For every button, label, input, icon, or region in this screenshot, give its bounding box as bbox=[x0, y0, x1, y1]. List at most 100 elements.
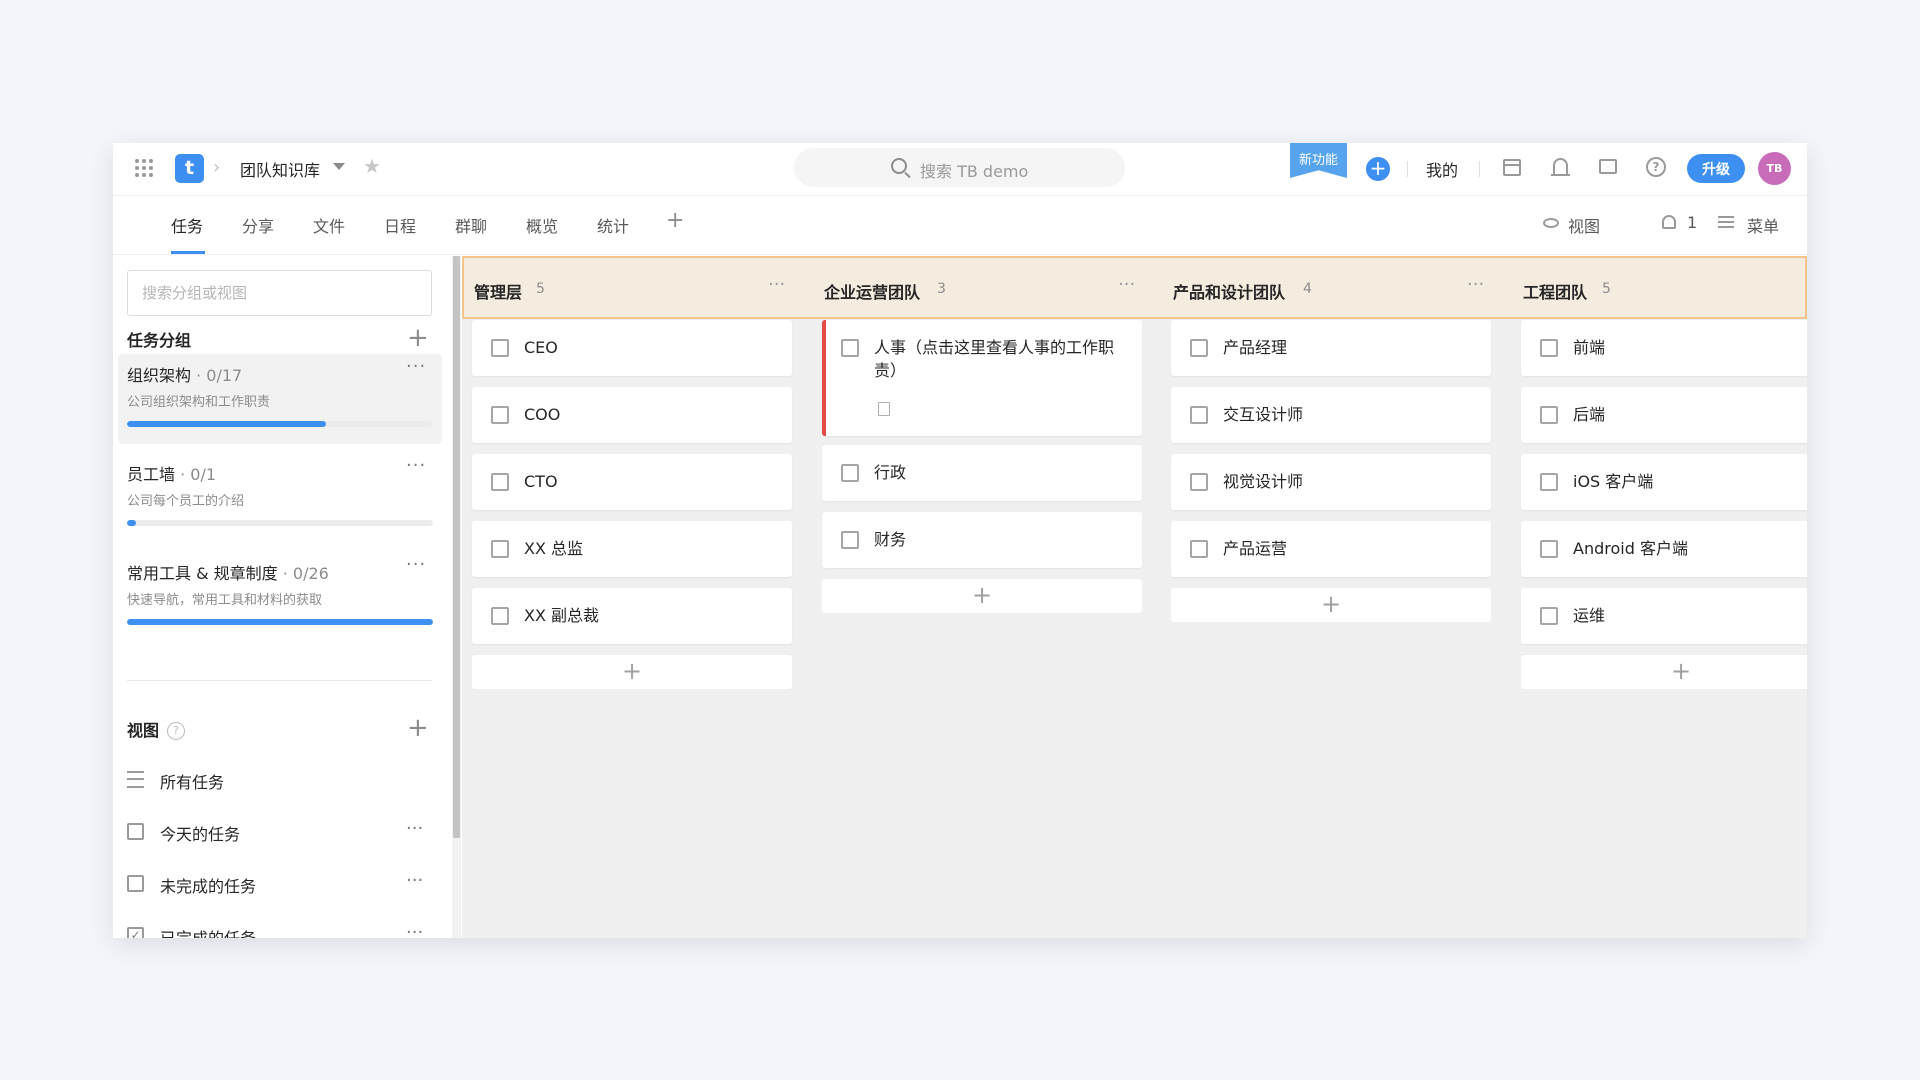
tab-files[interactable]: 文件 bbox=[313, 213, 345, 237]
task-card[interactable]: XX 总监 bbox=[472, 521, 792, 577]
more-icon[interactable]: ··· bbox=[406, 922, 423, 938]
task-checkbox[interactable] bbox=[1540, 473, 1558, 491]
add-group-button[interactable]: + bbox=[407, 325, 429, 351]
task-card[interactable]: 行政 bbox=[822, 445, 1142, 501]
column-header[interactable]: 管理层 5 ··· bbox=[474, 274, 794, 303]
task-checkbox[interactable] bbox=[1540, 540, 1558, 558]
add-button[interactable]: + bbox=[1366, 157, 1390, 181]
members-button[interactable]: 1 bbox=[1662, 213, 1697, 232]
add-task-button[interactable]: + bbox=[472, 655, 792, 689]
star-icon[interactable]: ★ bbox=[363, 154, 381, 178]
add-task-button[interactable]: + bbox=[1171, 588, 1491, 622]
view-label: 已完成的任务 bbox=[160, 925, 256, 938]
tab-group-chat[interactable]: 群聊 bbox=[455, 213, 487, 237]
view-today-tasks[interactable]: 今天的任务 ··· bbox=[127, 818, 432, 848]
logo[interactable]: t bbox=[175, 154, 204, 183]
chat-icon[interactable] bbox=[1599, 159, 1617, 174]
more-icon[interactable]: ··· bbox=[768, 274, 785, 295]
checkbox-icon bbox=[127, 875, 144, 892]
tab-overview[interactable]: 概览 bbox=[526, 213, 558, 237]
project-name[interactable]: 团队知识库 bbox=[240, 157, 320, 181]
task-checkbox[interactable] bbox=[491, 339, 509, 357]
avatar[interactable]: TB bbox=[1758, 152, 1791, 185]
group-item[interactable]: 常用工具 & 规章制度 · 0/26 快速导航，常用工具和材料的获取 ··· bbox=[118, 552, 442, 642]
add-task-button[interactable]: + bbox=[822, 579, 1142, 613]
tab-share[interactable]: 分享 bbox=[242, 213, 274, 237]
more-icon[interactable]: ··· bbox=[406, 356, 426, 377]
column-header[interactable]: 产品和设计团队 4 ··· bbox=[1173, 274, 1493, 303]
more-icon[interactable]: ··· bbox=[1467, 274, 1484, 295]
menu-button[interactable]: 菜单 bbox=[1718, 213, 1779, 237]
task-checkbox[interactable] bbox=[1190, 406, 1208, 424]
task-checkbox[interactable] bbox=[491, 540, 509, 558]
more-icon[interactable]: ··· bbox=[406, 818, 423, 839]
task-checkbox[interactable] bbox=[1540, 607, 1558, 625]
task-checkbox[interactable] bbox=[841, 531, 859, 549]
task-checkbox[interactable] bbox=[1540, 339, 1558, 357]
mine-link[interactable]: 我的 bbox=[1426, 157, 1458, 181]
task-card[interactable]: 前端 bbox=[1521, 320, 1807, 376]
active-tab-indicator bbox=[171, 251, 205, 254]
help-icon[interactable]: ? bbox=[1646, 157, 1666, 177]
task-checkbox[interactable] bbox=[1190, 473, 1208, 491]
task-card[interactable]: 视觉设计师 bbox=[1171, 454, 1491, 510]
task-card[interactable]: 产品经理 bbox=[1171, 320, 1491, 376]
chevron-right-icon: › bbox=[213, 157, 221, 178]
add-tab-button[interactable]: + bbox=[666, 208, 684, 233]
task-title: Android 客户端 bbox=[1573, 539, 1688, 558]
task-card[interactable]: COO bbox=[472, 387, 792, 443]
note-icon bbox=[878, 402, 890, 416]
task-checkbox[interactable] bbox=[491, 607, 509, 625]
task-card[interactable]: XX 副总裁 bbox=[472, 588, 792, 644]
task-card[interactable]: 交互设计师 bbox=[1171, 387, 1491, 443]
column-header[interactable]: 工程团队 5 bbox=[1523, 279, 1807, 303]
tab-statistics[interactable]: 统计 bbox=[597, 213, 629, 237]
more-icon[interactable]: ··· bbox=[406, 455, 426, 476]
app-grid-icon[interactable] bbox=[135, 159, 153, 177]
calendar-icon[interactable] bbox=[1503, 159, 1521, 176]
view-button[interactable]: 视图 bbox=[1543, 213, 1600, 237]
task-checkbox[interactable] bbox=[1190, 339, 1208, 357]
task-card[interactable]: Android 客户端 bbox=[1521, 521, 1807, 577]
view-completed-tasks[interactable]: ✓ 已完成的任务 ··· bbox=[127, 922, 432, 938]
task-card[interactable]: iOS 客户端 bbox=[1521, 454, 1807, 510]
task-card[interactable]: 财务 bbox=[822, 512, 1142, 568]
group-search-input[interactable] bbox=[127, 270, 432, 316]
tab-tasks[interactable]: 任务 bbox=[171, 213, 203, 237]
task-checkbox[interactable] bbox=[841, 464, 859, 482]
view-all-tasks[interactable]: 所有任务 bbox=[127, 766, 432, 796]
group-progress bbox=[127, 619, 433, 625]
task-checkbox[interactable] bbox=[1190, 540, 1208, 558]
task-checkbox[interactable] bbox=[491, 473, 509, 491]
sidebar-scroll-thumb[interactable] bbox=[453, 256, 460, 838]
group-item[interactable]: 员工墙 · 0/1 公司每个员工的介绍 ··· bbox=[118, 453, 442, 543]
task-checkbox[interactable] bbox=[841, 339, 859, 357]
task-checkbox[interactable] bbox=[491, 406, 509, 424]
task-card[interactable]: 人事（点击这里查看人事的工作职责） bbox=[822, 320, 1142, 436]
new-feature-badge[interactable]: 新功能 bbox=[1290, 143, 1347, 178]
add-view-button[interactable]: + bbox=[407, 715, 429, 741]
group-item[interactable]: 组织架构 · 0/17 公司组织架构和工作职责 ··· bbox=[118, 354, 442, 444]
add-task-button[interactable]: + bbox=[1521, 655, 1807, 689]
upgrade-button[interactable]: 升级 bbox=[1687, 154, 1745, 183]
task-card[interactable]: 运维 bbox=[1521, 588, 1807, 644]
task-card[interactable]: 后端 bbox=[1521, 387, 1807, 443]
task-card[interactable]: 产品运营 bbox=[1171, 521, 1491, 577]
caret-down-icon[interactable] bbox=[333, 163, 345, 170]
task-title: 交互设计师 bbox=[1223, 405, 1304, 424]
search-placeholder: 搜索 TB demo bbox=[920, 162, 1029, 181]
task-card[interactable]: CTO bbox=[472, 454, 792, 510]
bell-icon[interactable] bbox=[1551, 158, 1570, 176]
view-incomplete-tasks[interactable]: 未完成的任务 ··· bbox=[127, 870, 432, 900]
task-card[interactable]: CEO bbox=[472, 320, 792, 376]
search-box[interactable]: 搜索 TB demo bbox=[794, 148, 1125, 187]
group-count: · 0/26 bbox=[282, 564, 329, 583]
help-icon[interactable]: ? bbox=[167, 722, 186, 740]
views-title-label: 视图 bbox=[127, 721, 160, 740]
column-header[interactable]: 企业运营团队 3 ··· bbox=[824, 274, 1144, 303]
task-checkbox[interactable] bbox=[1540, 406, 1558, 424]
more-icon[interactable]: ··· bbox=[406, 554, 426, 575]
tab-schedule[interactable]: 日程 bbox=[384, 213, 416, 237]
more-icon[interactable]: ··· bbox=[406, 870, 423, 891]
more-icon[interactable]: ··· bbox=[1118, 274, 1135, 295]
